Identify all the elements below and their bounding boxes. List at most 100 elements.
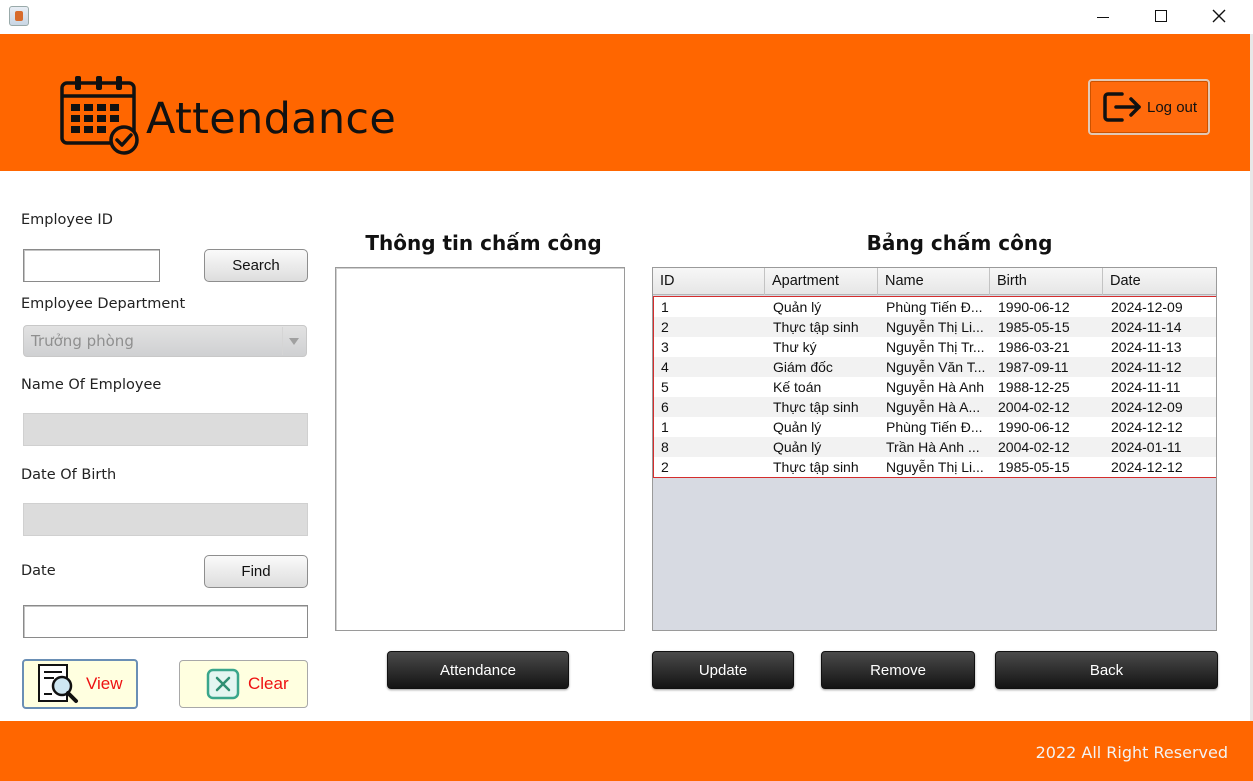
cell-name: Phùng Tiến Đ... — [886, 419, 983, 435]
cell-birth: 1990-06-12 — [998, 299, 1070, 315]
cell-name: Nguyễn Thị Li... — [886, 459, 984, 475]
remove-button[interactable]: Remove — [821, 651, 975, 689]
cell-date: 2024-12-12 — [1111, 459, 1183, 475]
java-app-icon — [9, 6, 29, 26]
table-row[interactable]: 2 Thực tập sinh Nguyễn Thị Li... 1985-05-15… — [654, 457, 1216, 477]
table-row[interactable]: 3 Thư ký Nguyễn Thị Tr... 1986-03-21 2024-11… — [654, 337, 1216, 357]
cell-name: Trần Hà Anh ... — [886, 439, 980, 455]
copyright-text: 2022 All Right Reserved — [1035, 743, 1228, 762]
maximize-icon — [1155, 10, 1167, 22]
cell-name: Phùng Tiến Đ... — [886, 299, 983, 315]
cell-date: 2024-12-09 — [1111, 399, 1183, 415]
minimize-button[interactable] — [1074, 0, 1132, 32]
cell-birth: 1985-05-15 — [998, 319, 1070, 335]
logout-icon — [1103, 92, 1141, 122]
calendar-check-icon — [60, 76, 139, 155]
employee-id-input[interactable] — [23, 249, 160, 282]
cell-date: 2024-12-12 — [1111, 419, 1183, 435]
clear-x-icon — [206, 668, 240, 700]
table-row[interactable]: 1 Quản lý Phùng Tiến Đ... 1990-06-12 2024-12… — [654, 297, 1216, 317]
cell-apartment: Kế toán — [773, 379, 822, 395]
table-row[interactable]: 2 Thực tập sinh Nguyễn Thị Li... 1985-05-15… — [654, 317, 1216, 337]
column-header-apartment[interactable]: Apartment — [765, 268, 878, 295]
attendance-button[interactable]: Attendance — [387, 651, 569, 689]
table-header: ID Apartment Name Birth Date — [653, 268, 1216, 295]
app-header: Attendance Log out — [0, 34, 1250, 171]
cell-birth: 1987-09-11 — [998, 359, 1069, 375]
table-row[interactable]: 6 Thực tập sinh Nguyễn Hà A... 2004-02-12 20… — [654, 397, 1216, 417]
minimize-icon — [1097, 16, 1109, 18]
cell-birth: 2004-02-12 — [998, 439, 1070, 455]
column-header-name[interactable]: Name — [878, 268, 990, 295]
cell-id: 6 — [661, 399, 669, 415]
cell-apartment: Quản lý — [773, 419, 822, 435]
cell-id: 1 — [661, 299, 669, 315]
cell-birth: 1988-12-25 — [998, 379, 1070, 395]
cell-birth: 1985-05-15 — [998, 459, 1070, 475]
department-selected-value: Trưởng phòng — [31, 332, 134, 350]
column-header-id[interactable]: ID — [653, 268, 765, 295]
app-footer: 2022 All Right Reserved — [0, 721, 1253, 781]
cell-id: 2 — [661, 459, 669, 475]
dob-label: Date Of Birth — [21, 467, 117, 483]
column-header-birth[interactable]: Birth — [990, 268, 1103, 295]
cell-date: 2024-11-12 — [1111, 359, 1182, 375]
cell-date: 2024-11-13 — [1111, 339, 1182, 355]
cell-apartment: Quản lý — [773, 439, 822, 455]
maximize-button[interactable] — [1132, 0, 1190, 32]
cell-id: 3 — [661, 339, 669, 355]
cell-apartment: Thư ký — [773, 339, 817, 355]
clear-button[interactable]: Clear — [179, 660, 308, 708]
name-label: Name Of Employee — [21, 377, 162, 393]
cell-apartment: Thực tập sinh — [773, 459, 859, 475]
column-header-date[interactable]: Date — [1103, 268, 1215, 295]
cell-name: Nguyễn Thị Li... — [886, 319, 984, 335]
table-row[interactable]: 1 Quản lý Phùng Tiến Đ... 1990-06-12 2024-12… — [654, 417, 1216, 437]
page-title: Attendance — [146, 94, 397, 144]
cell-name: Nguyễn Văn T... — [886, 359, 986, 375]
view-label: View — [86, 674, 123, 693]
cell-date: 2024-11-11 — [1111, 379, 1181, 395]
cell-name: Nguyễn Hà Anh — [886, 379, 985, 395]
cell-apartment: Giám đốc — [773, 359, 833, 375]
back-button[interactable]: Back — [995, 651, 1218, 689]
employee-id-label: Employee ID — [21, 212, 113, 228]
document-search-icon — [38, 664, 78, 703]
logout-button[interactable]: Log out — [1088, 79, 1210, 135]
table-row[interactable]: 8 Quản lý Trần Hà Anh ... 2004-02-12 2024-01… — [654, 437, 1216, 457]
date-input[interactable] — [23, 605, 308, 638]
cell-id: 2 — [661, 319, 669, 335]
search-button[interactable]: Search — [204, 249, 308, 282]
date-label: Date — [21, 563, 56, 579]
chevron-down-icon — [282, 327, 304, 355]
cell-birth: 2004-02-12 — [998, 399, 1070, 415]
cell-name: Nguyễn Hà A... — [886, 399, 981, 415]
window-titlebar — [0, 0, 1253, 34]
logout-label: Log out — [1147, 98, 1198, 116]
attendance-table[interactable]: ID Apartment Name Birth Date 1 Quản lý Phù… — [652, 267, 1217, 631]
table-row[interactable]: 4 Giám đốc Nguyễn Văn T... 1987-09-11 2024-1… — [654, 357, 1216, 377]
update-button[interactable]: Update — [652, 651, 794, 689]
find-button[interactable]: Find — [204, 555, 308, 588]
table-row[interactable]: 5 Kế toán Nguyễn Hà Anh 1988-12-25 2024-11-1… — [654, 377, 1216, 397]
department-select[interactable]: Trưởng phòng — [23, 325, 307, 357]
cell-date: 2024-01-11 — [1111, 439, 1182, 455]
name-field[interactable] — [23, 413, 308, 446]
cell-apartment: Thực tập sinh — [773, 399, 859, 415]
cell-apartment: Thực tập sinh — [773, 319, 859, 335]
cell-id: 5 — [661, 379, 669, 395]
attendance-info-area[interactable] — [335, 267, 625, 631]
close-icon — [1212, 9, 1226, 23]
close-window-button[interactable] — [1190, 0, 1248, 32]
attendance-table-title: Bảng chấm công — [866, 231, 1053, 255]
cell-name: Nguyễn Thị Tr... — [886, 339, 985, 355]
cell-id: 4 — [661, 359, 669, 375]
cell-date: 2024-12-09 — [1111, 299, 1183, 315]
cell-id: 1 — [661, 419, 669, 435]
cell-birth: 1986-03-21 — [998, 339, 1070, 355]
cell-id: 8 — [661, 439, 669, 455]
department-label: Employee Department — [21, 296, 186, 312]
dob-field[interactable] — [23, 503, 308, 536]
view-button[interactable]: View — [22, 659, 138, 709]
cell-date: 2024-11-14 — [1111, 319, 1182, 335]
